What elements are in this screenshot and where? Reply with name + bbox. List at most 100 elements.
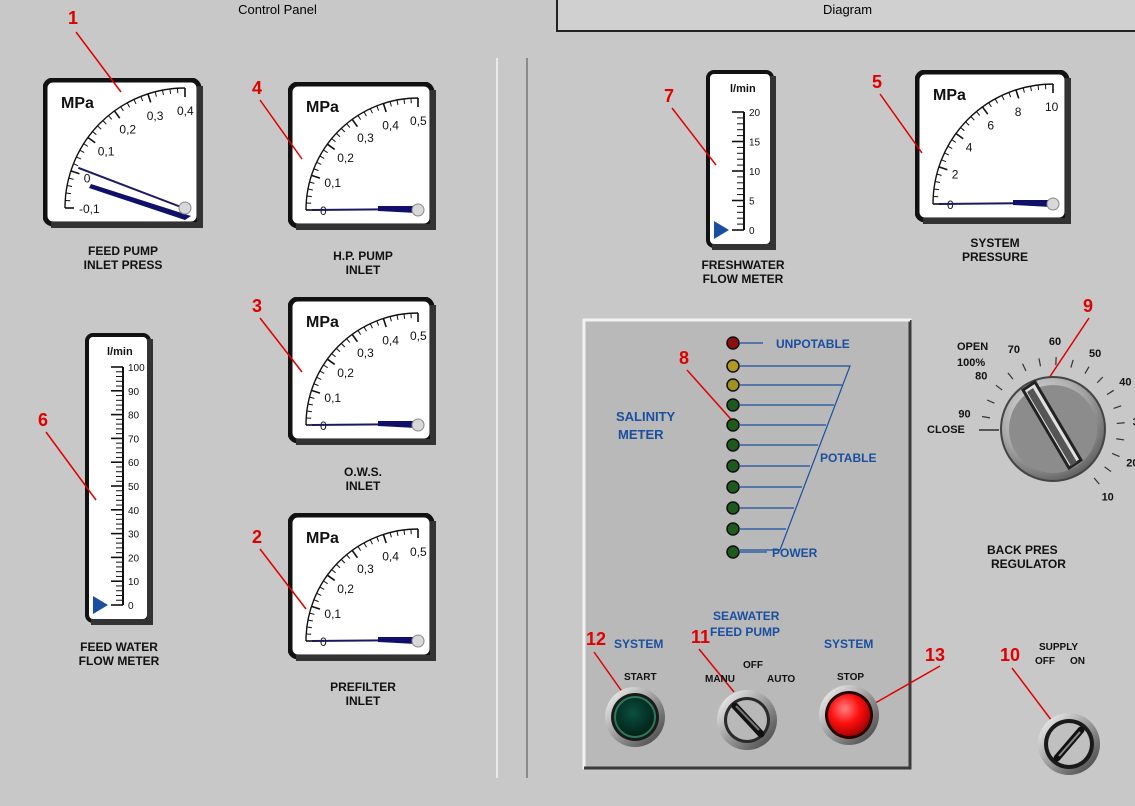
system-pressure-label: SYSTEM PRESSURE bbox=[961, 236, 1029, 264]
open-percent-label: 100% bbox=[957, 357, 985, 369]
gauge-tick-label: 0,4 bbox=[382, 549, 399, 563]
back-pres-regulator: OPEN 100% CLOSE 908070605040302010 BACK … bbox=[927, 336, 1135, 571]
flow-tick-label: 100 bbox=[128, 363, 145, 374]
gauge-tick-label: 0,2 bbox=[337, 151, 354, 165]
auto-label: AUTO bbox=[767, 674, 795, 685]
gauge-tick-label: 0 bbox=[84, 172, 91, 186]
gauge-unit-label: MPa bbox=[61, 95, 94, 112]
freshwater-flow-meter: l/min 20 15 10 5 0 bbox=[706, 70, 776, 250]
potable-label: POTABLE bbox=[820, 451, 876, 465]
salinity-lamp bbox=[726, 522, 740, 536]
flow-tick-label: 80 bbox=[128, 411, 140, 422]
gauge-unit-label: MPa bbox=[306, 530, 339, 547]
manu-label: MANU bbox=[705, 674, 735, 685]
supply-on-label: ON bbox=[1070, 656, 1085, 667]
prefilter-inlet-gauge: MPa 0 0,1 0,20,3 0,4 0,5 bbox=[288, 513, 436, 661]
off-label: OFF bbox=[743, 660, 763, 671]
callout-1: 1 bbox=[68, 8, 79, 28]
feed-water-flow-label: FEED WATER FLOW METER bbox=[78, 640, 160, 668]
salinity-lamp bbox=[726, 501, 740, 515]
gauge-tick-label: 0,1 bbox=[324, 176, 341, 190]
regulator-scale-label: 80 bbox=[975, 370, 987, 382]
flow-tick-label: 40 bbox=[128, 506, 140, 517]
callout-4: 4 bbox=[252, 78, 263, 98]
salinity-lamp bbox=[726, 359, 740, 373]
salinity-lamp bbox=[726, 459, 740, 473]
gauge-tick-label: 4 bbox=[966, 140, 973, 154]
gauge-tick-label: 0,5 bbox=[410, 329, 427, 343]
regulator-label: REGULATOR bbox=[991, 557, 1066, 571]
salinity-lamp bbox=[726, 378, 740, 392]
close-label: CLOSE bbox=[927, 424, 965, 436]
hp-pump-inlet-gauge: MPa 0 0,1 0,20,3 0,4 0,5 bbox=[288, 82, 436, 230]
open-label: OPEN bbox=[957, 341, 988, 353]
gauge-unit-label: MPa bbox=[306, 314, 339, 331]
unpotable-label: UNPOTABLE bbox=[776, 337, 850, 351]
freshwater-flow-label: FRESHWATER FLOW METER bbox=[701, 258, 785, 286]
gauge-tick-label: 0,1 bbox=[324, 607, 341, 621]
gauge-tick-label: 0,3 bbox=[357, 131, 374, 145]
regulator-scale-label: 60 bbox=[1049, 336, 1061, 348]
regulator-scale-label: 50 bbox=[1089, 348, 1101, 360]
supply-off-label: OFF bbox=[1035, 656, 1055, 667]
gauge-tick-label: 0 bbox=[947, 198, 954, 212]
regulator-knob[interactable] bbox=[1000, 376, 1106, 482]
simulator-screen: Control Panel Diagram MPa -0,1 0 0,1 0,2 0,3 0… bbox=[0, 0, 1135, 806]
ows-inlet-label: O.W.S. INLET bbox=[343, 465, 382, 493]
regulator-scale-label: 20 bbox=[1126, 458, 1135, 470]
flow-tick-label: 10 bbox=[128, 577, 140, 588]
callout-7: 7 bbox=[664, 86, 675, 106]
feed-pump-title: FEED PUMP bbox=[710, 625, 780, 639]
system-start-button[interactable] bbox=[605, 687, 665, 747]
salinity-lamp bbox=[726, 398, 740, 412]
flow-tick-label: 30 bbox=[128, 530, 140, 541]
gauge-tick-label: 10 bbox=[1045, 100, 1059, 114]
supply-switch[interactable] bbox=[1038, 713, 1100, 775]
gauge-tick-label: 6 bbox=[987, 119, 994, 133]
seawater-title: SEAWATER bbox=[713, 609, 780, 623]
supply-label: SUPPLY bbox=[1039, 642, 1078, 653]
feed-water-flow-meter: l/min1009080706050403020100 bbox=[85, 333, 153, 625]
gauge-tick-label: 0,1 bbox=[324, 391, 341, 405]
flow-tick-label: 0 bbox=[749, 226, 755, 237]
gauge-tick-label: 0,3 bbox=[357, 562, 374, 576]
start-label: START bbox=[624, 672, 657, 683]
gauge-tick-label: 0,3 bbox=[357, 346, 374, 360]
flow-unit-label: l/min bbox=[730, 83, 756, 95]
system-stop-button[interactable] bbox=[819, 685, 879, 745]
gauge-tick-label: 0,2 bbox=[337, 366, 354, 380]
power-label: POWER bbox=[772, 546, 818, 560]
feed-pump-inlet-label: FEED PUMP INLET PRESS bbox=[83, 244, 163, 272]
salinity-lamp bbox=[726, 480, 740, 494]
ows-inlet-gauge: MPa 0 0,1 0,20,3 0,4 0,5 bbox=[288, 297, 436, 445]
control-buttons-area: SYSTEM START SEAWATER FEED PUMP OFF MANU… bbox=[605, 609, 1100, 775]
gauge-tick-label: 0 bbox=[320, 419, 327, 433]
flow-tick-label: 50 bbox=[128, 482, 140, 493]
back-pres-label: BACK PRES bbox=[987, 543, 1058, 557]
gauge-tick-label: 0,5 bbox=[410, 545, 427, 559]
system-stop-title: SYSTEM bbox=[824, 637, 873, 651]
flow-tick-label: 70 bbox=[128, 434, 140, 445]
stop-label: STOP bbox=[837, 672, 864, 683]
flow-tick-label: 5 bbox=[749, 197, 755, 208]
gauge-tick-label: -0,1 bbox=[79, 202, 100, 216]
feed-pump-mode-selector[interactable] bbox=[717, 690, 777, 750]
salinity-lamp bbox=[726, 418, 740, 432]
feed-pump-inlet-press-gauge: MPa -0,1 0 0,1 0,2 0,3 0,4 bbox=[43, 78, 203, 228]
flow-tick-label: 20 bbox=[749, 108, 761, 119]
salinity-lamp bbox=[726, 545, 740, 559]
regulator-scale-label: 10 bbox=[1102, 491, 1114, 503]
flow-tick-label: 60 bbox=[128, 458, 140, 469]
callout-2: 2 bbox=[252, 527, 263, 547]
callout-3: 3 bbox=[252, 296, 263, 316]
callout-9: 9 bbox=[1083, 296, 1094, 316]
gauge-tick-label: 2 bbox=[952, 168, 959, 182]
gauge-tick-label: 0,4 bbox=[177, 104, 194, 118]
salinity-title: SALINITY bbox=[616, 409, 676, 424]
callout-6: 6 bbox=[38, 410, 49, 430]
flow-tick-label: 10 bbox=[749, 167, 761, 178]
callout-5: 5 bbox=[872, 72, 883, 92]
gauge-tick-label: 0,4 bbox=[382, 333, 399, 347]
salinity-meter: UNPOTABLE POTABLE POWER SALINITY METER bbox=[616, 336, 876, 560]
regulator-scale-label: 40 bbox=[1119, 377, 1131, 389]
